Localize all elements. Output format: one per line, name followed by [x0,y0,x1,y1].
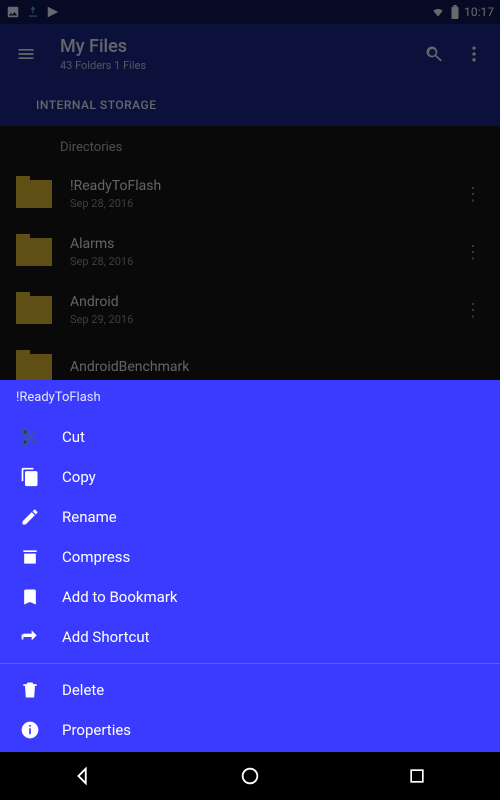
bookmark-icon [18,585,42,609]
overflow-icon[interactable] [464,44,484,64]
info-icon [18,718,42,742]
status-bar: 10:17 [0,0,500,24]
menu-delete[interactable]: Delete [0,670,500,710]
copy-icon [18,465,42,489]
status-time: 10:17 [464,5,494,19]
menu-properties[interactable]: Properties [0,710,500,750]
tab-bar: INTERNAL STORAGE [0,84,500,126]
menu-compress[interactable]: Compress [0,537,500,577]
menu-label: Add Shortcut [62,628,150,646]
menu-label: Cut [62,428,85,446]
folder-icon [16,296,52,324]
menu-bookmark[interactable]: Add to Bookmark [0,577,500,617]
divider [0,663,500,664]
item-name: Android [70,294,458,310]
context-menu-sheet: !ReadyToFlash Cut Copy Rename Compress [0,380,500,752]
folder-icon [16,238,52,266]
item-overflow-icon[interactable]: ⋮ [458,300,488,321]
item-overflow-icon[interactable]: ⋮ [458,184,488,205]
list-item[interactable]: Alarms Sep 28, 2016 ⋮ [0,223,500,281]
menu-shortcut[interactable]: Add Shortcut [0,617,500,657]
image-icon [6,5,20,19]
navigation-bar [0,752,500,800]
folder-icon [16,180,52,208]
shortcut-icon [18,625,42,649]
item-name: !ReadyToFlash [70,178,458,194]
menu-label: Compress [62,548,130,566]
nav-back[interactable] [70,763,96,789]
wifi-icon [430,5,446,19]
item-date: Sep 28, 2016 [70,255,458,268]
menu-label: Rename [62,508,117,526]
menu-rename[interactable]: Rename [0,497,500,537]
search-icon[interactable] [424,44,444,64]
item-date: Sep 29, 2016 [70,313,458,326]
folder-icon [16,354,52,380]
tab-internal-storage[interactable]: INTERNAL STORAGE [36,98,156,112]
list-item[interactable]: Android Sep 29, 2016 ⋮ [0,281,500,339]
menu-icon[interactable] [16,44,36,64]
archive-icon [18,545,42,569]
menu-label: Add to Bookmark [62,588,178,606]
sheet-target-name: !ReadyToFlash [0,380,500,417]
menu-label: Copy [62,468,96,486]
list-item[interactable]: !ReadyToFlash Sep 28, 2016 ⋮ [0,165,500,223]
play-store-icon [46,5,60,19]
page-title: My Files [60,36,404,57]
download-icon [26,5,40,19]
menu-label: Delete [62,681,104,699]
item-name: Alarms [70,236,458,252]
item-name: AndroidBenchmark [70,359,488,375]
menu-cut[interactable]: Cut [0,417,500,457]
battery-icon [450,5,460,19]
item-date: Sep 28, 2016 [70,197,458,210]
file-list: Directories !ReadyToFlash Sep 28, 2016 ⋮… [0,126,500,380]
trash-icon [18,678,42,702]
nav-recent[interactable] [404,763,430,789]
list-item[interactable]: AndroidBenchmark [0,339,500,380]
page-subtitle: 43 Folders 1 Files [60,59,404,72]
menu-label: Properties [62,721,131,739]
nav-home[interactable] [237,763,263,789]
item-overflow-icon[interactable]: ⋮ [458,242,488,263]
pencil-icon [18,505,42,529]
app-bar: My Files 43 Folders 1 Files [0,24,500,84]
scissors-icon [18,425,42,449]
section-header: Directories [0,126,500,165]
menu-copy[interactable]: Copy [0,457,500,497]
